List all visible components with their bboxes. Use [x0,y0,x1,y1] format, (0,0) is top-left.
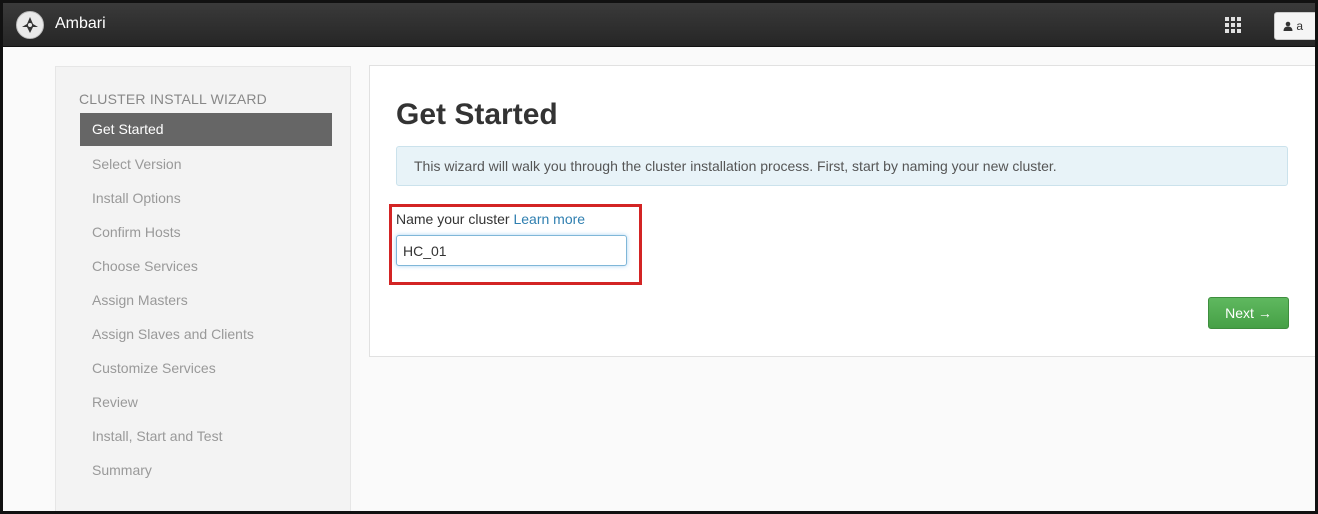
user-menu-button[interactable]: a [1274,12,1315,40]
cluster-name-label: Name your cluster Learn more [396,211,585,227]
app-title[interactable]: Ambari [55,15,106,33]
sidebar-item-install-start-test[interactable]: Install, Start and Test [80,419,332,453]
sidebar-header: CLUSTER INSTALL WIZARD [79,91,267,107]
next-button[interactable]: Next → [1208,297,1289,329]
sidebar-item-assign-slaves-clients[interactable]: Assign Slaves and Clients [80,317,332,351]
sidebar-item-select-version[interactable]: Select Version [80,147,332,181]
sidebar-item-confirm-hosts[interactable]: Confirm Hosts [80,215,332,249]
sidebar-item-choose-services[interactable]: Choose Services [80,249,332,283]
cluster-name-label-text: Name your cluster [396,211,510,227]
wizard-sidebar: CLUSTER INSTALL WIZARD Get Started Selec… [55,66,351,511]
top-navbar: Ambari a [3,3,1315,47]
sidebar-item-install-options[interactable]: Install Options [80,181,332,215]
learn-more-link[interactable]: Learn more [513,211,585,227]
user-icon [1283,20,1293,31]
sidebar-item-summary[interactable]: Summary [80,453,332,487]
ambari-logo-icon[interactable] [16,11,44,39]
cluster-name-input[interactable] [396,235,627,266]
user-name: a [1296,19,1304,33]
page-title: Get Started [396,98,558,131]
sidebar-item-customize-services[interactable]: Customize Services [80,351,332,385]
main-panel: Get Started This wizard will walk you th… [369,65,1315,357]
info-alert: This wizard will walk you through the cl… [396,146,1288,186]
page-content: CLUSTER INSTALL WIZARD Get Started Selec… [3,47,1315,511]
sidebar-item-review[interactable]: Review [80,385,332,419]
app-window: Ambari a CLUSTER INSTALL WIZARD Get Star… [0,0,1318,514]
sidebar-item-assign-masters[interactable]: Assign Masters [80,283,332,317]
grid-icon[interactable] [1225,17,1241,33]
sidebar-item-get-started[interactable]: Get Started [80,113,332,146]
